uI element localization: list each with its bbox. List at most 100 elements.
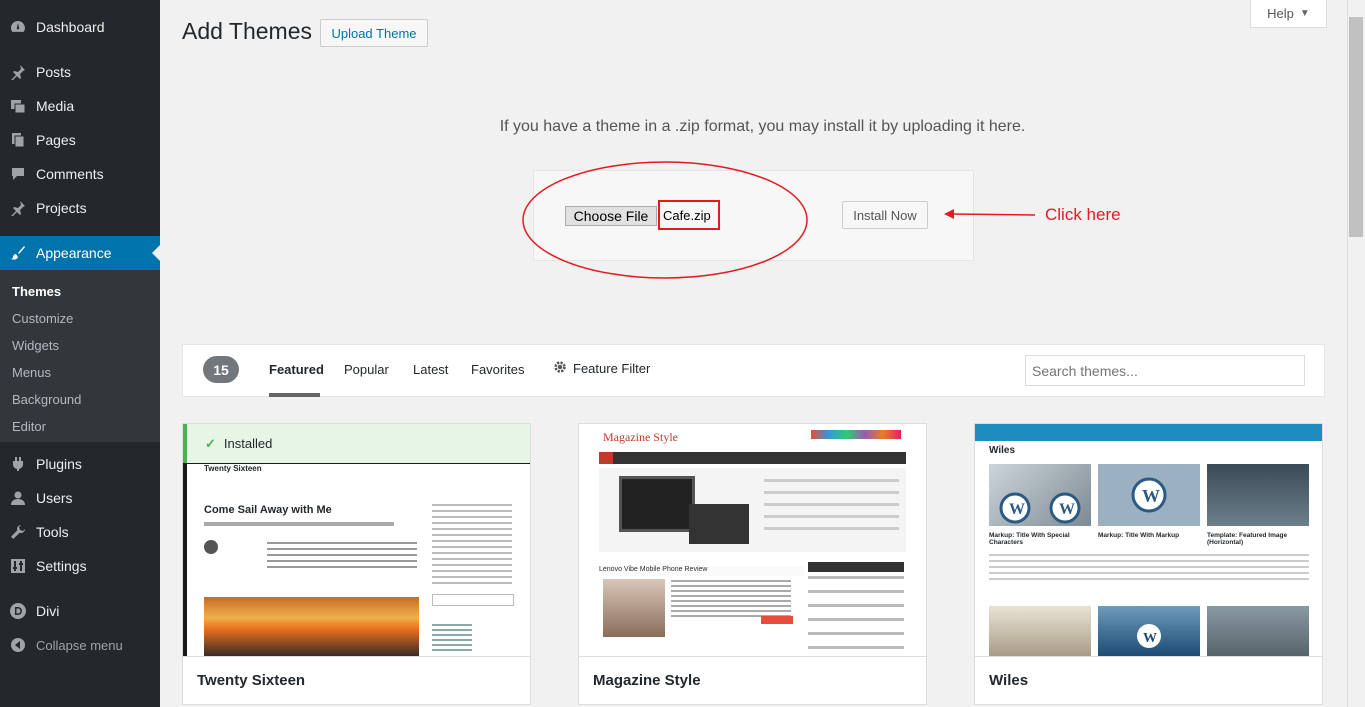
theme-name: Magazine Style: [579, 656, 926, 704]
theme-name: Twenty Sixteen: [183, 656, 530, 704]
page-title: Add Themes: [182, 18, 312, 44]
active-tab-indicator: [269, 393, 320, 397]
appearance-submenu: Themes Customize Widgets Menus Backgroun…: [0, 270, 160, 442]
plugin-icon: [0, 456, 36, 472]
theme-screenshot: Wiles WW W Markup: Title With Special Ch…: [975, 424, 1322, 656]
sidebar-item-label: Projects: [36, 200, 87, 216]
theme-card-twenty-sixteen[interactable]: Twenty Sixteen Come Sail Away with Me ✓ …: [182, 423, 531, 705]
checkmark-icon: ✓: [205, 435, 216, 451]
sidebar-item-projects[interactable]: Projects: [0, 191, 160, 225]
sidebar-item-users[interactable]: Users: [0, 481, 160, 515]
caret-down-icon: ▼: [1299, 8, 1310, 19]
sidebar-item-tools[interactable]: Tools: [0, 515, 160, 549]
review-title: Lenovo Vibe Mobile Phone Review: [599, 566, 804, 576]
post-image: [1207, 606, 1309, 656]
theme-screenshot: Twenty Sixteen Come Sail Away with Me ✓ …: [183, 424, 530, 656]
tab-favorites[interactable]: Favorites: [471, 362, 524, 377]
screenshot-nav: [975, 424, 1322, 441]
sidebar-item-dashboard[interactable]: Dashboard: [0, 10, 160, 44]
submenu-item-menus[interactable]: Menus: [12, 365, 51, 380]
submenu-item-editor[interactable]: Editor: [12, 419, 46, 434]
wrench-icon: [0, 524, 36, 540]
annotation-arrow: [944, 209, 1036, 219]
review-photo: [603, 579, 665, 637]
upload-instructions: If you have a theme in a .zip format, yo…: [499, 118, 1026, 135]
device-mockup: [689, 504, 749, 544]
admin-sidebar: Dashboard Posts Media Pages Comments Pro…: [0, 0, 160, 707]
sidebar-item-label: Plugins: [36, 456, 82, 472]
annotation-label: Click here: [1045, 205, 1121, 224]
gear-icon: [553, 360, 567, 377]
annotation-ellipse: [522, 161, 808, 279]
submenu-item-background[interactable]: Background: [12, 392, 81, 407]
theme-count-badge: 15: [203, 356, 239, 383]
post-image: WW: [989, 464, 1091, 526]
svg-text:W: W: [1143, 631, 1157, 646]
upload-theme-button[interactable]: Upload Theme: [320, 19, 428, 47]
submenu-item-customize[interactable]: Customize: [12, 311, 73, 326]
sidebar-item-label: Collapse menu: [36, 637, 123, 653]
post-image: W: [1098, 606, 1200, 656]
sidebar-item-label: Tools: [36, 524, 69, 540]
sidebar-item-label: Media: [36, 98, 75, 114]
search-box: [432, 594, 514, 606]
dashboard-icon: [0, 19, 36, 35]
review-text: [671, 580, 791, 620]
divi-icon: [0, 602, 36, 620]
read-more-button: [761, 616, 793, 624]
svg-text:W: W: [1009, 501, 1025, 518]
device-mockup: [619, 476, 695, 532]
text-line: [204, 522, 394, 526]
theme-name: Wiles: [975, 656, 1322, 704]
installed-notice: ✓ Installed: [183, 424, 530, 463]
tab-latest[interactable]: Latest: [413, 362, 448, 377]
screenshot-headline: Come Sail Away with Me: [204, 504, 332, 516]
post-image: W: [1098, 464, 1200, 526]
tab-featured[interactable]: Featured: [269, 362, 324, 377]
pin-icon: [0, 200, 36, 216]
submenu-item-widgets[interactable]: Widgets: [12, 338, 59, 353]
theme-card-wiles[interactable]: Wiles WW W Markup: Title With Special Ch…: [974, 423, 1323, 705]
sidebar-item-label: Dashboard: [36, 19, 105, 35]
sidebar-item-divi[interactable]: Divi: [0, 594, 160, 628]
sidebar-item-label: Divi: [36, 603, 60, 619]
help-label: Help: [1267, 6, 1294, 21]
active-indicator: [152, 245, 160, 261]
collapse-menu-button[interactable]: Collapse menu: [0, 628, 160, 662]
sidebar-item-comments[interactable]: Comments: [0, 157, 160, 191]
categories-list: [432, 624, 472, 652]
sidebar-item-label: Users: [36, 490, 73, 506]
screenshot-site-title: Wiles: [989, 445, 1016, 456]
collapse-icon: [0, 637, 36, 653]
scrollbar-thumb[interactable]: [1349, 17, 1363, 237]
feature-list: [764, 479, 899, 539]
users-icon: [0, 490, 36, 506]
media-icon: [0, 98, 36, 114]
help-button[interactable]: Help ▼: [1250, 0, 1327, 28]
post-title: Markup: Title With Markup: [1098, 532, 1180, 539]
theme-card-magazine-style[interactable]: Magazine Style Lenovo Vibe Mobile Phone …: [578, 423, 927, 705]
install-now-button[interactable]: Install Now: [842, 201, 928, 229]
sidebar-item-settings[interactable]: Settings: [0, 549, 160, 583]
latest-posts-header: [808, 562, 904, 572]
sidebar-item-label: Appearance: [36, 245, 112, 261]
sidebar-item-appearance[interactable]: Appearance: [0, 236, 160, 270]
sidebar-text: [432, 504, 512, 584]
post-title: Template: Featured Image (Horizontal): [1207, 532, 1288, 546]
tab-popular[interactable]: Popular: [344, 362, 389, 377]
search-themes-input[interactable]: [1025, 355, 1305, 386]
svg-text:W: W: [1142, 486, 1160, 506]
screenshot-nav: [599, 452, 906, 464]
avatar: [204, 540, 218, 554]
installed-label: Installed: [223, 436, 273, 451]
post-image: [989, 606, 1091, 656]
home-tab: [599, 452, 613, 464]
feature-filter-button[interactable]: Feature Filter: [553, 360, 650, 377]
sidebar-item-plugins[interactable]: Plugins: [0, 447, 160, 481]
sidebar-item-label: Posts: [36, 64, 72, 80]
submenu-item-themes[interactable]: Themes: [12, 284, 61, 299]
sidebar-item-posts[interactable]: Posts: [0, 55, 160, 89]
sidebar-item-label: Comments: [36, 166, 104, 182]
settings-icon: [0, 558, 36, 574]
brush-icon: [0, 245, 36, 261]
